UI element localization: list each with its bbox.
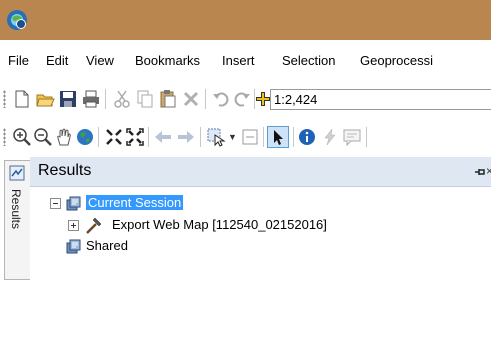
delete-icon[interactable] bbox=[181, 89, 201, 109]
menu-bookmarks[interactable]: Bookmarks bbox=[135, 53, 200, 68]
menu-selection[interactable]: Selection bbox=[282, 53, 335, 68]
toolbar-grip[interactable] bbox=[3, 90, 6, 108]
close-panel-icon[interactable]: × bbox=[486, 164, 491, 178]
toolbar-separator bbox=[105, 89, 106, 109]
tree-item-shared[interactable]: Shared bbox=[86, 238, 128, 253]
shared-icon bbox=[66, 239, 81, 254]
expand-export-job[interactable] bbox=[68, 220, 79, 231]
toolbar-separator bbox=[200, 127, 201, 147]
copy-icon[interactable] bbox=[135, 89, 155, 109]
arcmap-app-icon[interactable] bbox=[6, 9, 28, 31]
toolbar-separator bbox=[366, 127, 367, 147]
fixed-zoom-out-icon[interactable] bbox=[125, 127, 145, 147]
new-document-icon[interactable] bbox=[12, 89, 32, 109]
toolbar-grip[interactable] bbox=[3, 128, 6, 146]
results-side-tab[interactable]: Results bbox=[4, 160, 30, 280]
toolbar-separator bbox=[254, 89, 255, 109]
toolbar-separator bbox=[98, 127, 99, 147]
open-folder-icon[interactable] bbox=[35, 89, 55, 109]
hyperlink-bolt-icon[interactable] bbox=[320, 127, 340, 147]
tools-toolbar: ▼ bbox=[0, 118, 491, 156]
cut-icon[interactable] bbox=[112, 89, 132, 109]
go-forward-arrow-icon[interactable] bbox=[176, 127, 196, 147]
results-tab-icon bbox=[9, 165, 25, 181]
clear-selection-icon[interactable] bbox=[240, 127, 260, 147]
full-extent-globe-icon[interactable] bbox=[75, 127, 95, 147]
map-scale-input[interactable] bbox=[270, 89, 491, 110]
go-back-arrow-icon[interactable] bbox=[153, 127, 173, 147]
redo-icon[interactable] bbox=[232, 89, 252, 109]
side-tab-label: Results bbox=[9, 189, 23, 230]
paste-icon[interactable] bbox=[158, 89, 178, 109]
html-popup-icon[interactable] bbox=[342, 127, 362, 147]
menu-bar: File Edit View Bookmarks Insert Selectio… bbox=[0, 40, 491, 80]
standard-toolbar bbox=[0, 80, 491, 118]
hammer-tool-icon bbox=[86, 217, 102, 234]
toolbar-separator bbox=[263, 127, 264, 147]
menu-geoprocessing[interactable]: Geoprocessi bbox=[360, 53, 433, 68]
tree-item-current-session[interactable]: Current Session bbox=[86, 195, 184, 210]
add-data-icon[interactable] bbox=[256, 89, 270, 109]
toolbar-separator bbox=[148, 127, 149, 147]
menu-insert[interactable]: Insert bbox=[222, 53, 255, 68]
results-panel-header: Results × bbox=[30, 157, 491, 187]
toolbar-separator bbox=[205, 89, 206, 109]
save-icon[interactable] bbox=[58, 89, 78, 109]
zoom-out-icon[interactable] bbox=[33, 127, 53, 147]
results-panel: Results × Current Session Export Web Map… bbox=[30, 157, 491, 338]
select-elements-arrow-icon[interactable] bbox=[267, 126, 289, 148]
menu-edit[interactable]: Edit bbox=[46, 53, 68, 68]
collapse-current-session[interactable] bbox=[50, 198, 61, 209]
tree-item-export-web-map[interactable]: Export Web Map [112540_02152016] bbox=[112, 217, 327, 232]
menu-file[interactable]: File bbox=[8, 53, 29, 68]
identify-info-icon[interactable] bbox=[297, 127, 317, 147]
print-icon[interactable] bbox=[81, 89, 101, 109]
session-icon bbox=[66, 196, 81, 211]
title-bar bbox=[0, 0, 491, 40]
select-features-icon[interactable] bbox=[206, 127, 226, 147]
fixed-zoom-in-icon[interactable] bbox=[104, 127, 124, 147]
toolbar-separator bbox=[293, 127, 294, 147]
auto-hide-pin-icon[interactable] bbox=[473, 165, 487, 179]
pan-hand-icon[interactable] bbox=[54, 127, 74, 147]
menu-view[interactable]: View bbox=[86, 53, 114, 68]
zoom-in-icon[interactable] bbox=[12, 127, 32, 147]
panel-title: Results bbox=[38, 162, 92, 179]
undo-icon[interactable] bbox=[211, 89, 231, 109]
